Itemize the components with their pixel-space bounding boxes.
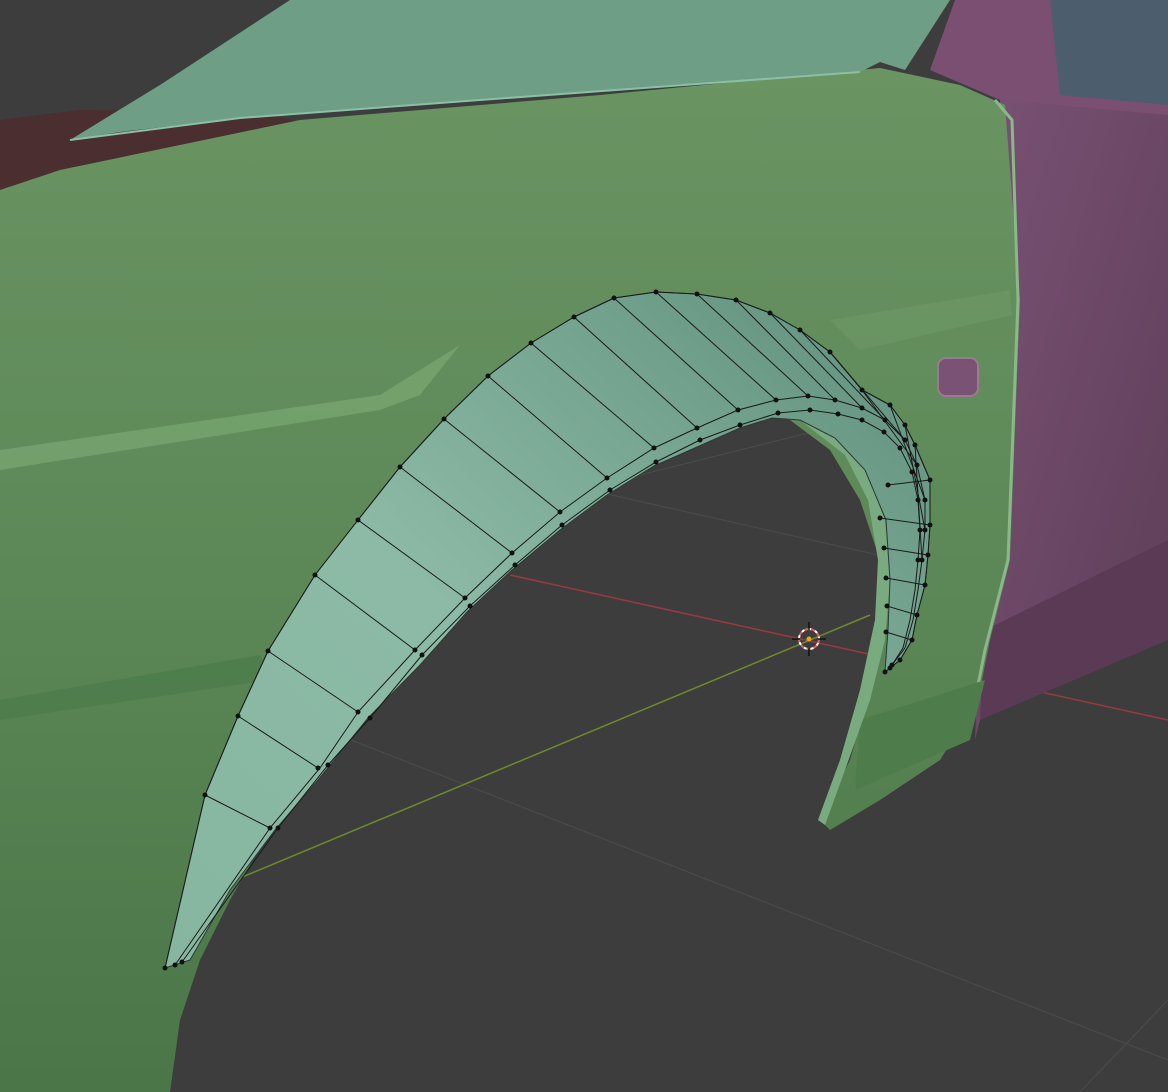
- side-marker-light: [937, 357, 979, 397]
- viewport-scene[interactable]: [0, 0, 1168, 1092]
- 3d-viewport[interactable]: [0, 0, 1168, 1092]
- front-fender[interactable]: [0, 68, 1020, 1092]
- 3d-cursor-icon[interactable]: [792, 622, 826, 656]
- window-glass: [1050, 0, 1168, 105]
